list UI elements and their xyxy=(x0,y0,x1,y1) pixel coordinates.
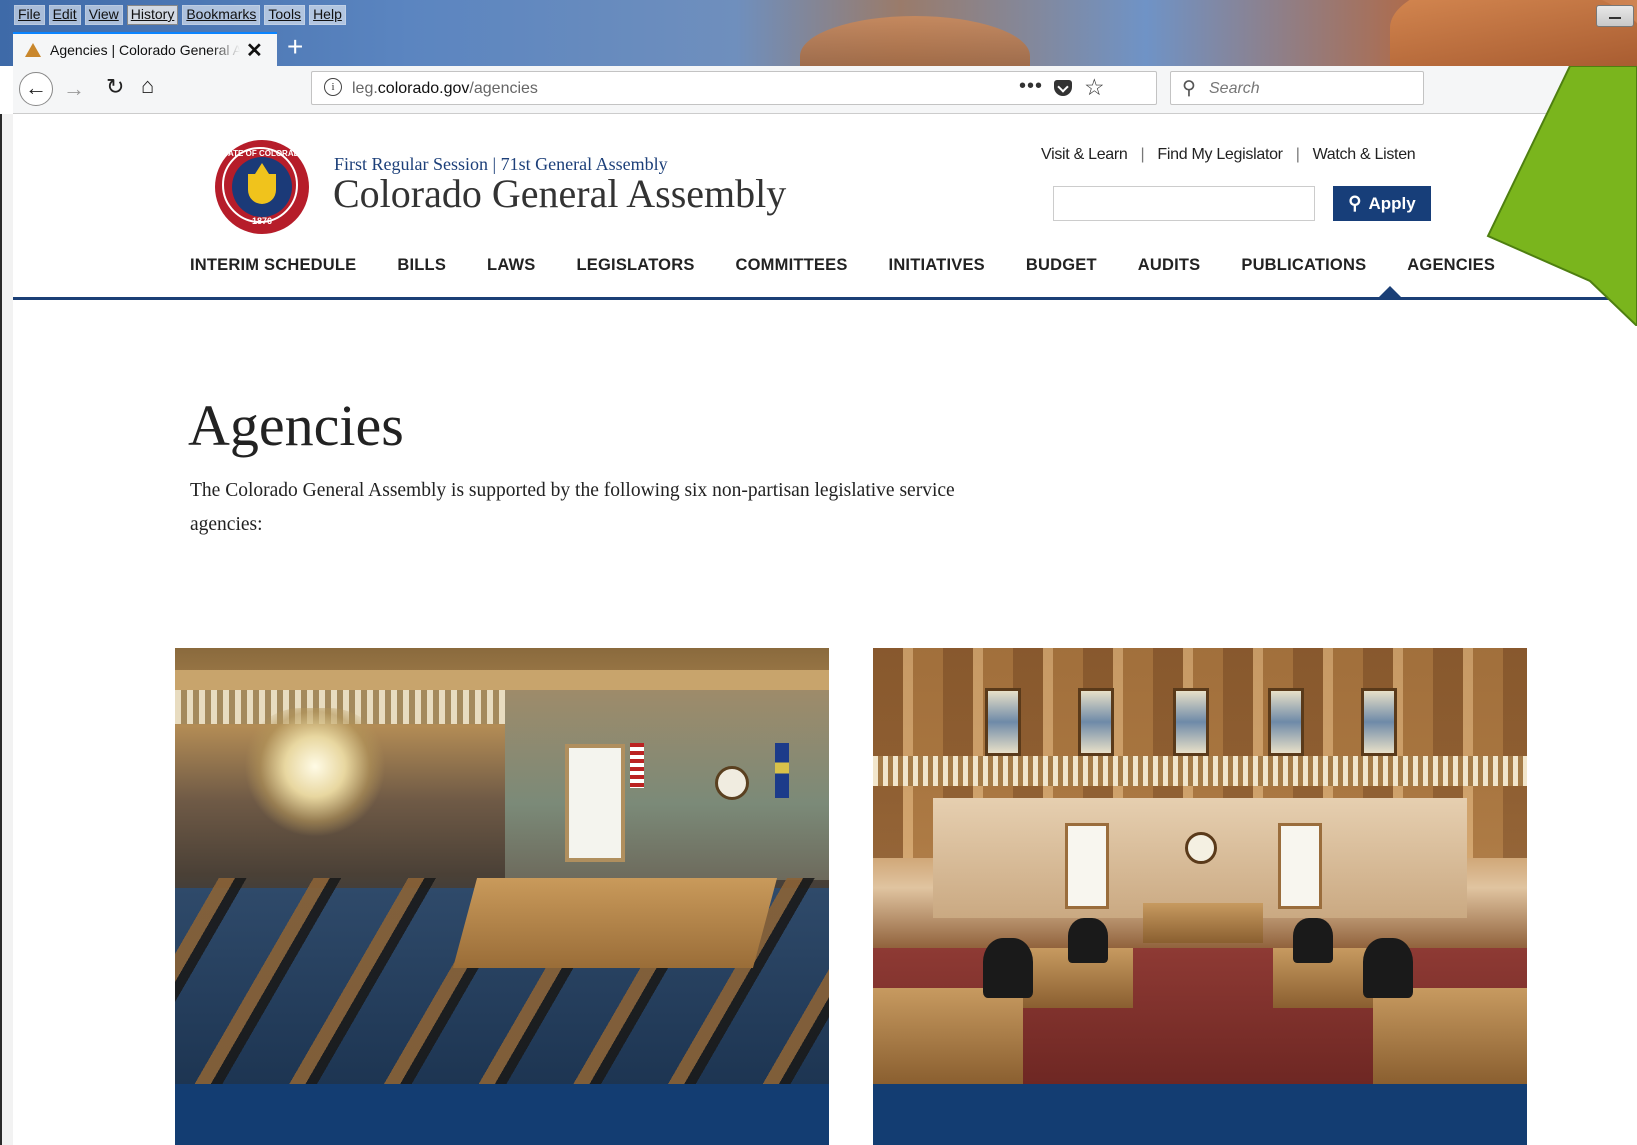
util-link-find-legislator[interactable]: Find My Legislator xyxy=(1157,146,1283,164)
util-separator: | xyxy=(1295,146,1300,163)
menu-help[interactable]: Help xyxy=(309,5,346,25)
bookmark-star-icon[interactable]: ☆ xyxy=(1084,74,1105,101)
util-link-visit-learn[interactable]: Visit & Learn xyxy=(1041,146,1128,164)
senate-chamber-photo[interactable] xyxy=(873,648,1527,1084)
window-left-edge xyxy=(0,114,13,1145)
util-separator: | xyxy=(1140,146,1145,163)
agency-card-title-bar[interactable] xyxy=(175,1084,829,1145)
nav-legislators[interactable]: LEGISLATORS xyxy=(577,256,695,275)
photo-desk xyxy=(1373,988,1527,1084)
page-intro-text: The Colorado General Assembly is support… xyxy=(190,480,955,535)
photo-window xyxy=(1278,823,1322,909)
utility-nav: Visit & Learn | Find My Legislator | Wat… xyxy=(1041,144,1416,166)
nav-budget[interactable]: BUDGET xyxy=(1026,256,1097,275)
background-theme-decoration xyxy=(800,16,1030,66)
photo-colorado-flag xyxy=(775,743,789,798)
photo-balcony xyxy=(873,756,1527,786)
nav-publications[interactable]: PUBLICATIONS xyxy=(1241,256,1366,275)
back-arrow-icon[interactable]: ← xyxy=(19,72,53,106)
menu-file[interactable]: File xyxy=(14,5,45,25)
menu-view[interactable]: View xyxy=(84,5,123,25)
menu-bookmarks[interactable]: Bookmarks xyxy=(182,5,261,25)
seal-year: 1876 xyxy=(251,216,273,226)
menu-edit[interactable]: Edit xyxy=(48,5,81,25)
photo-stained-glass xyxy=(1268,688,1304,756)
nav-bills[interactable]: BILLS xyxy=(397,256,446,275)
apply-search-button[interactable]: ⚲ Apply xyxy=(1333,186,1431,221)
photo-window xyxy=(1065,823,1109,909)
page-title: Agencies xyxy=(188,393,404,458)
agency-card[interactable] xyxy=(175,648,829,1145)
home-icon[interactable]: ⌂ xyxy=(141,73,154,99)
house-chamber-photo[interactable] xyxy=(175,648,829,1084)
photo-stained-glass xyxy=(1078,688,1114,756)
nav-divider xyxy=(13,297,1637,300)
seal-shield xyxy=(248,174,276,204)
photo-stained-glass xyxy=(1173,688,1209,756)
photo-us-flag xyxy=(630,743,644,788)
photo-podium xyxy=(1143,903,1263,943)
site-search-input[interactable] xyxy=(1053,186,1315,221)
photo-chair xyxy=(1363,938,1413,998)
photo-stained-glass xyxy=(985,688,1021,756)
photo-window xyxy=(565,744,625,862)
menu-history[interactable]: History xyxy=(126,5,179,25)
colorado-state-seal-logo[interactable]: STATE OF COLORADO 1876 xyxy=(215,140,309,234)
site-title[interactable]: Colorado General Assembly xyxy=(333,170,786,217)
photo-chair xyxy=(1068,918,1108,963)
seal-eye-triangle xyxy=(255,163,269,174)
tab-title: Agencies | Colorado General Assembly xyxy=(50,42,240,58)
menu-tools[interactable]: Tools xyxy=(264,5,306,25)
photo-dais xyxy=(452,878,778,968)
web-page: STATE OF COLORADO 1876 First Regular Ses… xyxy=(13,114,1637,1145)
forward-arrow-icon[interactable]: → xyxy=(63,76,85,102)
util-link-watch-listen[interactable]: Watch & Listen xyxy=(1313,146,1416,164)
nav-laws[interactable]: LAWS xyxy=(487,256,535,275)
reload-icon[interactable]: ↻ xyxy=(106,74,124,100)
green-callout-arrow xyxy=(1486,66,1637,326)
close-tab-icon[interactable]: ✕ xyxy=(246,38,263,63)
navigation-toolbar: ← → ↻ ⌂ i leg.colorado.gov/agencies ••• … xyxy=(13,66,1637,114)
main-navigation: INTERIM SCHEDULE BILLS LAWS LEGISLATORS … xyxy=(190,256,1495,275)
menu-bar: File Edit View History Bookmarks Tools H… xyxy=(14,5,346,25)
search-icon: ⚲ xyxy=(1348,193,1362,213)
browser-title-area: File Edit View History Bookmarks Tools H… xyxy=(0,0,1637,66)
agency-card[interactable] xyxy=(873,648,1527,1145)
photo-chair xyxy=(983,938,1033,998)
search-placeholder: Search xyxy=(1209,80,1260,97)
nav-audits[interactable]: AUDITS xyxy=(1138,256,1201,275)
page-actions-menu-icon[interactable]: ••• xyxy=(1019,75,1043,98)
agency-card-title-bar[interactable] xyxy=(873,1084,1527,1145)
minimize-window-button[interactable] xyxy=(1596,5,1634,27)
photo-clock xyxy=(1185,832,1217,864)
photo-chair xyxy=(1293,918,1333,963)
search-icon: ⚲ xyxy=(1182,78,1196,99)
pocket-icon[interactable] xyxy=(1054,80,1072,96)
address-bar[interactable]: i leg.colorado.gov/agencies ••• ☆ xyxy=(311,71,1157,105)
browser-tab-active[interactable]: Agencies | Colorado General Assembly ✕ xyxy=(13,32,277,66)
capitol-favicon-icon xyxy=(25,43,41,57)
new-tab-button[interactable]: + xyxy=(287,30,303,64)
photo-chandelier xyxy=(245,708,385,838)
nav-interim-schedule[interactable]: INTERIM SCHEDULE xyxy=(190,256,356,275)
photo-desk xyxy=(873,988,1023,1084)
photo-clock xyxy=(715,766,749,800)
site-info-icon[interactable]: i xyxy=(324,78,342,96)
nav-committees[interactable]: COMMITTEES xyxy=(736,256,848,275)
browser-search-bar[interactable]: ⚲ Search xyxy=(1170,71,1424,105)
apply-button-label: Apply xyxy=(1368,193,1416,213)
photo-stained-glass xyxy=(1361,688,1397,756)
address-url[interactable]: leg.colorado.gov/agencies xyxy=(352,80,538,98)
nav-initiatives[interactable]: INITIATIVES xyxy=(889,256,985,275)
photo-balcony-rail xyxy=(175,670,829,690)
